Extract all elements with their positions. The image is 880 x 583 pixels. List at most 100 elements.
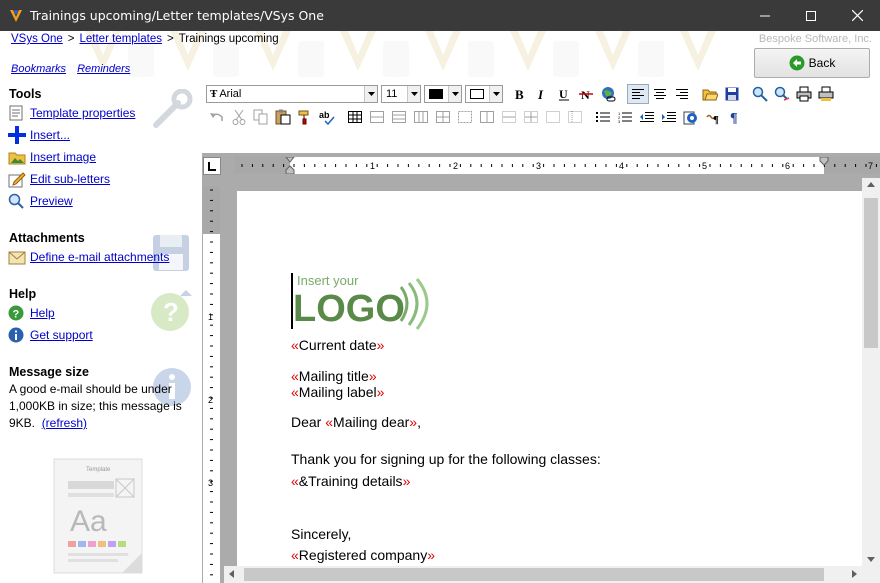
chevron-down-icon	[448, 86, 461, 102]
bullet-list-button[interactable]	[592, 107, 614, 127]
ruler-number: 2	[453, 161, 458, 171]
delete-column-button[interactable]	[476, 107, 498, 127]
insert-row-below-button[interactable]	[388, 107, 410, 127]
tab-stop-selector[interactable]	[203, 157, 221, 175]
font-name-select[interactable]: Ŧ Arial	[206, 85, 378, 103]
get-support-link[interactable]: Get support	[8, 326, 93, 344]
preview-link[interactable]: Preview	[8, 192, 73, 210]
merge-field-mailing-label[interactable]: Mailing label	[299, 384, 377, 400]
replace-button[interactable]	[771, 84, 793, 104]
underline-button[interactable]: U	[553, 84, 575, 104]
merge-field-current-date[interactable]: Current date	[299, 337, 377, 353]
breadcrumb-vsys-one[interactable]: VSys One	[11, 33, 63, 45]
edit-sub-letters-label[interactable]: Edit sub-letters	[30, 172, 110, 186]
align-right-icon	[676, 89, 688, 99]
ruler-number: 7	[868, 161, 873, 171]
insert-column-right-button[interactable]	[432, 107, 454, 127]
reminders-link[interactable]: Reminders	[77, 63, 130, 75]
close-button[interactable]	[834, 0, 880, 31]
template-properties-link[interactable]: Template properties	[8, 104, 135, 122]
horizontal-ruler[interactable]: 1 2 3 4 5 6 7	[234, 157, 880, 174]
format-painter-button[interactable]	[294, 107, 316, 127]
text-color-select[interactable]	[424, 85, 462, 103]
font-size-select[interactable]: 11	[381, 85, 421, 103]
preview-label[interactable]: Preview	[30, 194, 73, 208]
vertical-scroll-thumb[interactable]	[864, 198, 878, 348]
align-right-button[interactable]	[671, 84, 693, 104]
table-icon	[348, 111, 362, 123]
open-button[interactable]	[699, 84, 721, 104]
scroll-up-icon[interactable]	[867, 182, 875, 187]
paste-button[interactable]	[272, 107, 294, 127]
merge-field-training-details[interactable]: &Training details	[299, 473, 403, 489]
outdent-icon	[640, 112, 654, 122]
edit-sub-letters-link[interactable]: Edit sub-letters	[8, 170, 110, 188]
minimize-button[interactable]	[742, 0, 788, 31]
vertical-scrollbar[interactable]	[862, 178, 880, 566]
hyperlink-button[interactable]	[597, 84, 619, 104]
bold-button[interactable]: B	[509, 84, 531, 104]
find-icon	[752, 86, 768, 102]
help-link[interactable]: ? Help	[8, 304, 55, 322]
undo-button[interactable]	[206, 107, 228, 127]
show-formatting-button[interactable]: ¶	[724, 107, 746, 127]
help-label[interactable]: Help	[30, 306, 55, 320]
scroll-left-icon[interactable]	[229, 570, 234, 578]
numbered-list-button[interactable]: 123	[614, 107, 636, 127]
horizontal-scroll-thumb[interactable]	[244, 568, 824, 581]
horizontal-scrollbar[interactable]	[224, 566, 862, 583]
vertical-ruler[interactable]: 1 2 3	[203, 186, 220, 583]
merge-field-mailing-title[interactable]: Mailing title	[299, 368, 369, 384]
insert-link[interactable]: Insert...	[8, 126, 70, 144]
table-properties-button[interactable]	[542, 107, 564, 127]
define-email-attachments-link[interactable]: Define e-mail attachments	[8, 248, 169, 266]
decrease-indent-button[interactable]	[636, 107, 658, 127]
define-email-attachments-label[interactable]: Define e-mail attachments	[30, 250, 169, 264]
scroll-down-icon[interactable]	[867, 557, 875, 562]
copy-button[interactable]	[250, 107, 272, 127]
align-center-button[interactable]	[649, 84, 671, 104]
strikethrough-button[interactable]: N	[575, 84, 597, 104]
increase-indent-button[interactable]	[658, 107, 680, 127]
cut-button[interactable]	[228, 107, 250, 127]
page-break-button[interactable]: ¶	[702, 107, 724, 127]
insert-image-link[interactable]: Insert image	[8, 148, 96, 166]
insert-image-label[interactable]: Insert image	[30, 150, 96, 164]
merge-field-registered-company[interactable]: Registered company	[299, 547, 427, 563]
template-properties-label[interactable]: Template properties	[30, 106, 135, 120]
back-button[interactable]: Back	[754, 48, 870, 78]
align-left-button[interactable]	[627, 84, 649, 104]
delete-row-button[interactable]	[454, 107, 476, 127]
refresh-link[interactable]: (refresh)	[42, 416, 87, 430]
insert-merge-field-button[interactable]	[680, 107, 702, 127]
svg-text:ab: ab	[319, 110, 330, 120]
template-graphic-label: Template	[86, 467, 111, 473]
merge-cells-button[interactable]	[498, 107, 520, 127]
chevron-down-icon	[489, 86, 502, 102]
merge-field-mailing-dear[interactable]: Mailing dear	[333, 414, 409, 430]
format-toolbar: Ŧ Arial 11 B I U N	[206, 83, 837, 105]
print-button[interactable]	[793, 84, 815, 104]
maximize-button[interactable]	[788, 0, 834, 31]
logo-placeholder[interactable]: Insert your LOGO	[291, 271, 441, 331]
background-color-select[interactable]	[465, 85, 503, 103]
save-button[interactable]	[721, 84, 743, 104]
letter-page[interactable]: Insert your LOGO «Current date» «Mailing…	[237, 191, 862, 566]
folder-open-icon	[702, 89, 718, 101]
spell-check-button[interactable]: ab	[316, 107, 338, 127]
scroll-right-icon[interactable]	[852, 570, 857, 578]
scissors-icon	[232, 109, 246, 125]
insert-label[interactable]: Insert...	[30, 128, 70, 142]
insert-column-left-button[interactable]	[410, 107, 432, 127]
print-preview-button[interactable]	[815, 84, 837, 104]
find-button[interactable]	[749, 84, 771, 104]
undo-icon	[210, 113, 223, 121]
cell-properties-button[interactable]	[564, 107, 586, 127]
split-cells-button[interactable]	[520, 107, 542, 127]
bookmarks-link[interactable]: Bookmarks	[11, 63, 66, 75]
get-support-label[interactable]: Get support	[30, 328, 93, 342]
breadcrumb-letter-templates[interactable]: Letter templates	[80, 33, 162, 45]
insert-table-button[interactable]	[344, 107, 366, 127]
italic-button[interactable]: I	[531, 84, 553, 104]
insert-row-above-button[interactable]	[366, 107, 388, 127]
